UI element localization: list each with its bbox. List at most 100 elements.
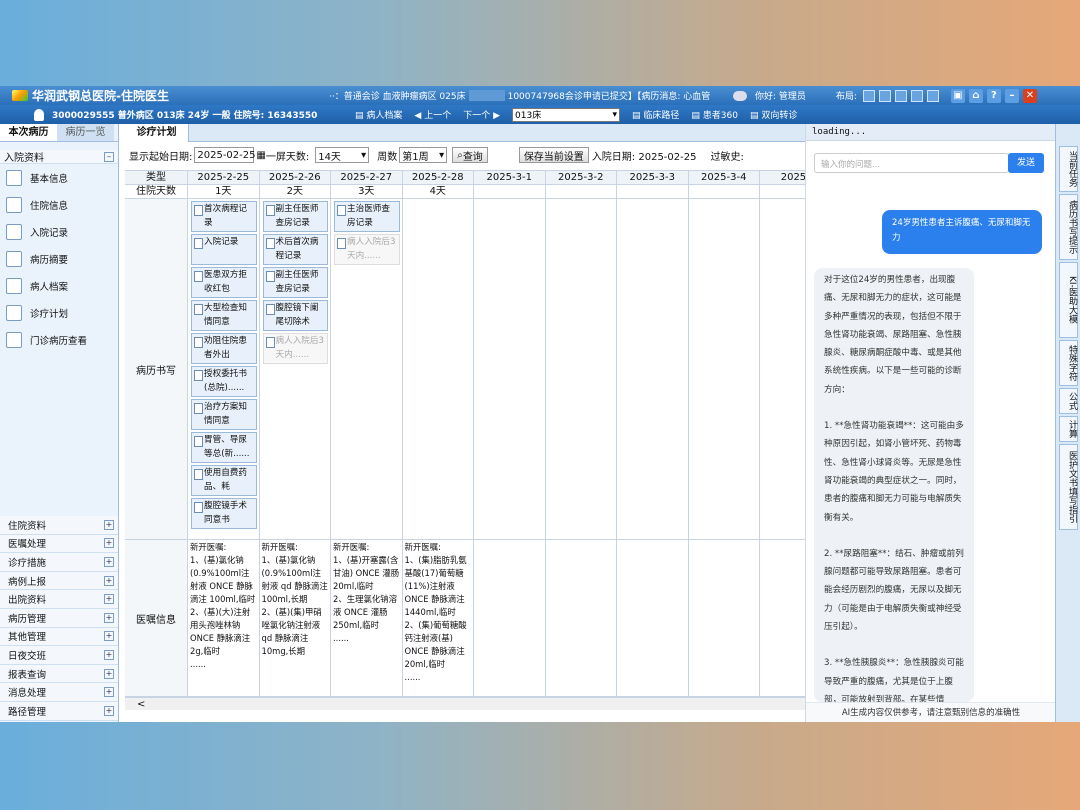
- calendar-icon[interactable]: ▦: [256, 150, 265, 161]
- record-item[interactable]: 主治医师查房记录: [334, 201, 400, 232]
- order-text[interactable]: 新开医嘱: 1、(基)开塞露(含甘油) ONCE 灌肠 20ml,临时 2、生理…: [331, 540, 402, 696]
- side-tab[interactable]: 计算: [1059, 416, 1078, 442]
- order-text[interactable]: [546, 540, 617, 696]
- close-icon[interactable]: ✕: [1022, 88, 1037, 103]
- nav-group[interactable]: 住院资料 +: [0, 516, 118, 535]
- record-item[interactable]: 腹腔镜手术同意书总......: [191, 498, 257, 529]
- prev-patient-button[interactable]: ◀ 上一个: [414, 108, 451, 121]
- nav-group[interactable]: 报表查询 +: [0, 664, 118, 684]
- scroll-left-icon[interactable]: <: [137, 699, 145, 710]
- layout-4-icon[interactable]: [910, 89, 923, 102]
- sidebar-item[interactable]: 住院信息: [0, 191, 118, 218]
- sidebar-item[interactable]: 基本信息: [0, 164, 118, 191]
- admission-section-header[interactable]: 入院资料 –: [0, 150, 118, 164]
- expand-icon[interactable]: +: [104, 538, 114, 549]
- record-item[interactable]: 大型检查知情同意书......: [191, 300, 257, 331]
- sidebar-item[interactable]: 入院记录: [0, 218, 118, 245]
- nav-group[interactable]: 诊疗措施 +: [0, 553, 118, 572]
- collapse-icon[interactable]: –: [104, 151, 114, 162]
- nav-group[interactable]: 日夜交班 +: [0, 646, 118, 665]
- user-greeting[interactable]: 你好: 管理员: [755, 89, 806, 102]
- expand-icon[interactable]: +: [104, 631, 114, 642]
- medical-records-row: 病历书写首次病程记录入院记录医患双方拒收红包协......大型检查知情同意书..…: [125, 199, 805, 540]
- minimize-icon[interactable]: –: [1004, 88, 1019, 103]
- ticker-text-2: 1000747968会诊申请已提交】【病历消息: 心血管: [507, 92, 711, 102]
- record-item[interactable]: 授权委托书(总院)......: [191, 366, 257, 397]
- nav-group[interactable]: 医嘱处理 +: [0, 534, 118, 554]
- expand-icon[interactable]: +: [104, 556, 114, 567]
- help-icon[interactable]: ?: [986, 88, 1001, 103]
- clinical-path-link[interactable]: ▤ 临床路径: [632, 108, 679, 121]
- expand-icon[interactable]: +: [104, 575, 114, 586]
- patient360-link[interactable]: ▤ 患者360: [691, 108, 738, 121]
- referral-link[interactable]: ▤ 双向转诊: [750, 108, 797, 121]
- tab-treatment-plan[interactable]: 诊疗计划: [125, 124, 189, 142]
- lock-icon[interactable]: ▣: [950, 88, 965, 103]
- horizontal-scrollbar[interactable]: <: [125, 697, 805, 710]
- side-tab[interactable]: 公式: [1059, 388, 1078, 414]
- order-text[interactable]: [617, 540, 688, 696]
- save-settings-button[interactable]: 保存当前设置: [518, 147, 589, 163]
- tab-record-list[interactable]: 病历一览: [57, 124, 114, 141]
- question-input[interactable]: 输入你的问题...: [814, 153, 1009, 173]
- record-item[interactable]: 副主任医师查房记录: [262, 267, 328, 298]
- days-select[interactable]: 14天 ▾: [315, 147, 370, 163]
- patient-records-link[interactable]: ▤ 病人档案: [355, 108, 402, 121]
- query-button[interactable]: ⌕ 查询: [452, 147, 488, 163]
- layout-1-icon[interactable]: [862, 89, 875, 102]
- order-text[interactable]: [474, 540, 545, 696]
- side-tab[interactable]: KI-医助大模: [1059, 262, 1078, 338]
- record-item[interactable]: 病人入院后3天内......: [262, 333, 328, 364]
- record-item[interactable]: 腹腔镜下阑尾切除术: [262, 300, 328, 331]
- expand-icon[interactable]: +: [104, 649, 114, 660]
- nav-group[interactable]: 消息处理 +: [0, 683, 118, 702]
- week-select[interactable]: 第1周 ▾: [399, 147, 448, 163]
- record-item[interactable]: 劝阻住院患者外出告......: [191, 333, 257, 364]
- order-text[interactable]: [689, 540, 760, 696]
- record-item[interactable]: 治疗方案知情同意书......: [191, 399, 257, 430]
- sidebar-item[interactable]: 病人档案: [0, 272, 118, 299]
- home-icon[interactable]: ⌂: [968, 88, 983, 103]
- side-tab[interactable]: 医护文书填写指引: [1059, 444, 1078, 530]
- record-item[interactable]: 首次病程记录: [191, 201, 257, 232]
- record-item[interactable]: 病人入院后3天内......: [334, 234, 400, 265]
- layout-2-icon[interactable]: [878, 89, 891, 102]
- send-button[interactable]: 发送: [1008, 153, 1044, 173]
- record-item[interactable]: 入院记录: [191, 234, 257, 265]
- order-text[interactable]: 新开医嘱: 1、(基)氯化钠(0.9%100ml注射液 qd 静脉滴注 100m…: [260, 540, 331, 696]
- side-tab[interactable]: 当前任务: [1059, 146, 1078, 192]
- reply-paragraph: 2. **尿路阻塞**：结石、肿瘤或前列腺问题都可能导致尿路阻塞。患者可能会经历…: [824, 548, 964, 633]
- expand-icon[interactable]: +: [104, 668, 114, 679]
- order-text[interactable]: [760, 540, 805, 696]
- start-date-field[interactable]: 2025-02-25: [194, 147, 256, 163]
- nav-group[interactable]: 出院资料 +: [0, 590, 118, 609]
- nav-group[interactable]: 其他管理 +: [0, 627, 118, 647]
- sidebar-item[interactable]: 门诊病历查看: [0, 326, 118, 353]
- nav-group[interactable]: 路径管理 +: [0, 701, 118, 721]
- sidebar-item[interactable]: 诊疗计划: [0, 299, 118, 326]
- record-item[interactable]: 医患双方拒收红包协......: [191, 267, 257, 298]
- nav-group[interactable]: 病例上报 +: [0, 571, 118, 591]
- expand-icon[interactable]: +: [104, 612, 114, 623]
- order-text[interactable]: 新开医嘱: 1、(集)脂肪乳氨基酸(17)葡萄糖(11%)注射液 ONCE 静脉…: [403, 540, 474, 696]
- tab-current-record[interactable]: 本次病历: [0, 124, 57, 141]
- notification-ticker[interactable]: ··：普通会诊 血液肿瘤病区 025床 1000747968会诊申请已提交】【病历…: [329, 89, 710, 102]
- his-window: 华润武钢总医院-住院医生 ··：普通会诊 血液肿瘤病区 025床 10007479…: [0, 86, 1080, 722]
- record-item[interactable]: 术后首次病程记录: [262, 234, 328, 265]
- next-patient-button[interactable]: 下一个 ▶: [463, 108, 500, 121]
- expand-icon[interactable]: +: [104, 594, 114, 605]
- order-text[interactable]: 新开医嘱: 1、(基)氯化钠(0.9%100ml注射液 ONCE 静脉滴注 10…: [188, 540, 259, 696]
- layout-5-icon[interactable]: [926, 89, 939, 102]
- sidebar-item[interactable]: 病历摘要: [0, 245, 118, 272]
- bed-select[interactable]: 013床 ▾: [512, 107, 621, 122]
- record-item[interactable]: 使用自费药品、耗材......: [191, 465, 257, 496]
- nav-group[interactable]: 病历管理 +: [0, 608, 118, 628]
- record-item[interactable]: 胃管、导尿等总(新......: [191, 432, 257, 463]
- expand-icon[interactable]: +: [104, 687, 114, 698]
- side-tab[interactable]: 特殊字符: [1059, 340, 1078, 386]
- record-item[interactable]: 副主任医师查房记录: [262, 201, 328, 232]
- side-tab[interactable]: 病历书写提示: [1059, 194, 1078, 260]
- expand-icon[interactable]: +: [104, 519, 114, 530]
- expand-icon[interactable]: +: [104, 705, 114, 716]
- layout-3-icon[interactable]: [894, 89, 907, 102]
